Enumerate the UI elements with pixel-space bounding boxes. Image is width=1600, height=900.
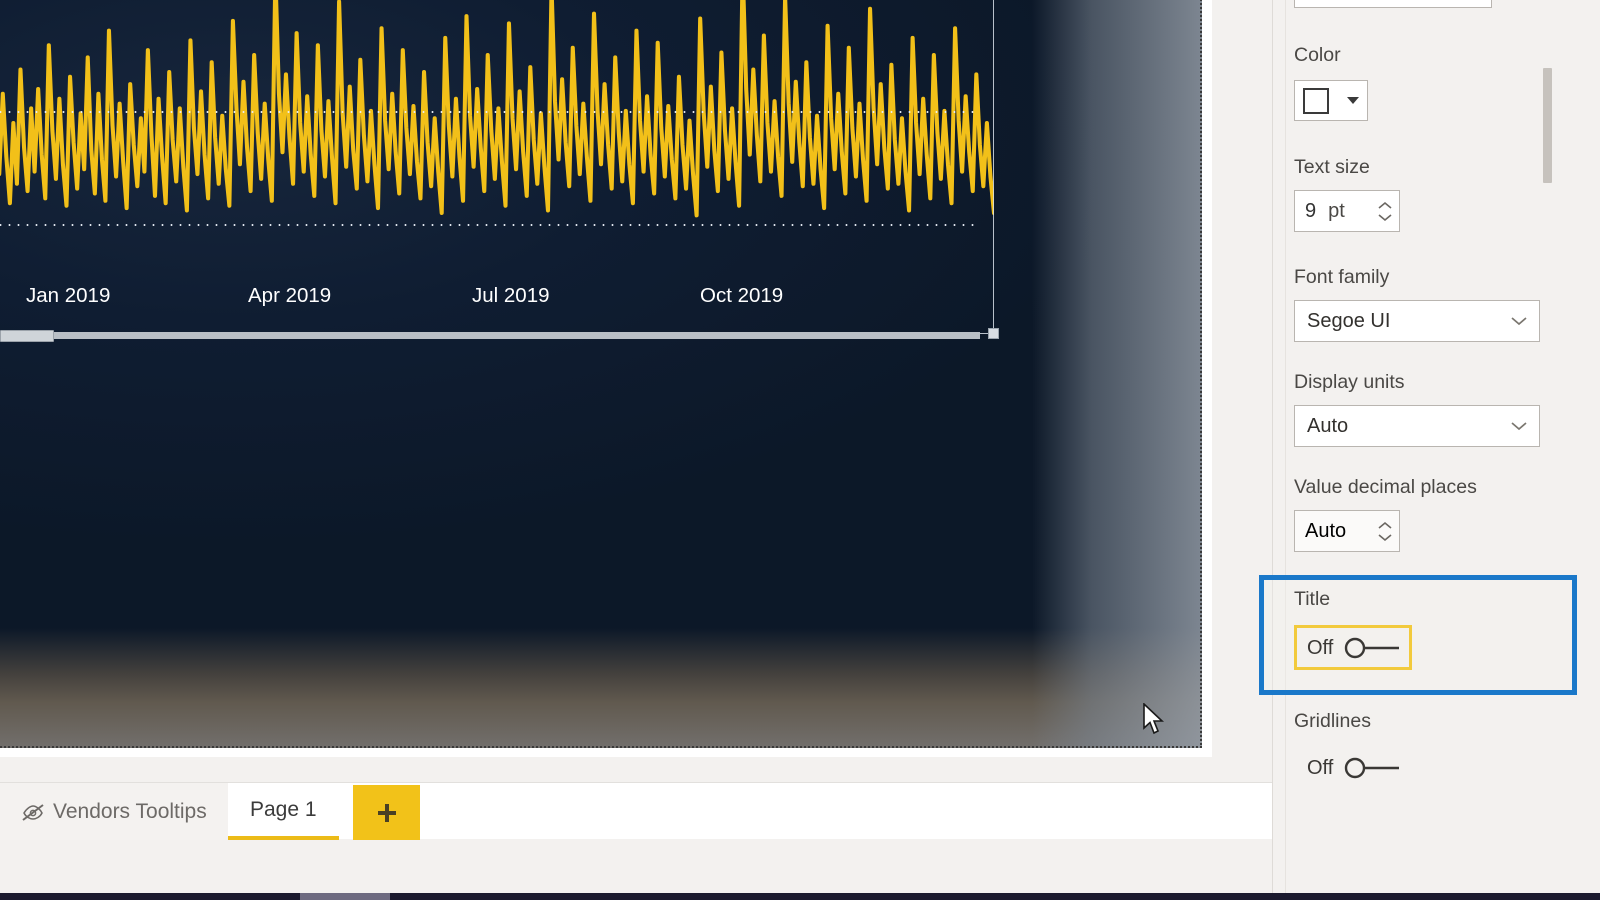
gridlines-toggle-state: Off (1307, 756, 1334, 779)
line-chart-visual[interactable]: Jan 2019 Apr 2019 Jul 2019 Oct 2019 (0, 0, 999, 339)
page-tab-vendors-tooltips[interactable]: Vendors Tooltips (0, 783, 230, 840)
color-label: Color (1294, 44, 1341, 66)
chevron-down-icon[interactable] (1377, 533, 1393, 542)
text-size-stepper[interactable]: 9 pt (1294, 190, 1400, 232)
report-background-gloss (1032, 0, 1202, 748)
stepper-arrows[interactable] (1377, 201, 1393, 222)
truncated-input-above[interactable] (1294, 0, 1492, 8)
text-size-label: Text size (1294, 156, 1370, 178)
title-toggle[interactable]: Off (1307, 636, 1405, 660)
chevron-down-icon (1511, 317, 1527, 326)
stepper-arrows[interactable] (1377, 521, 1393, 542)
gridlines-toggle[interactable]: Off (1307, 756, 1405, 780)
title-toggle-highlight: Off (1294, 625, 1412, 670)
chevron-down-icon (1511, 422, 1527, 431)
format-pane-content: Color Text size 9 pt Font family Segoe U… (1259, 0, 1577, 893)
color-picker-button[interactable] (1294, 80, 1368, 121)
display-units-value: Auto (1307, 414, 1349, 437)
text-size-value: 9 (1305, 199, 1317, 222)
title-toggle-state: Off (1307, 636, 1334, 659)
x-axis-tick-label: Apr 2019 (248, 284, 332, 307)
x-axis-tick-label: Jan 2019 (26, 284, 111, 307)
chart-x-axis: Jan 2019 Apr 2019 Jul 2019 Oct 2019 (0, 276, 978, 322)
power-bi-desktop-window: Jan 2019 Apr 2019 Jul 2019 Oct 2019 Vend… (0, 0, 1600, 900)
title-label: Title (1294, 588, 1331, 610)
page-tab-label: Vendors Tooltips (53, 799, 207, 823)
page-tab-label: Page 1 (250, 797, 317, 821)
gridlines-label: Gridlines (1294, 710, 1371, 732)
chevron-down-icon[interactable] (1377, 213, 1393, 222)
format-pane-rail (1285, 0, 1286, 893)
x-axis-tick-label: Jul 2019 (472, 284, 550, 307)
chart-horizontal-scrollbar[interactable] (0, 330, 980, 342)
value-decimal-places-stepper[interactable]: Auto (1294, 510, 1400, 552)
tabbar-background (0, 839, 1272, 897)
add-page-button[interactable] (353, 785, 420, 840)
chart-gridline (0, 111, 980, 113)
display-units-label: Display units (1294, 371, 1405, 393)
chevron-up-icon[interactable] (1377, 201, 1393, 210)
window-bottom-strip-highlight (300, 893, 390, 900)
chart-plot-area (0, 0, 994, 276)
chevron-down-icon (1347, 97, 1359, 104)
plus-icon (377, 803, 396, 822)
format-pane-scrollbar[interactable] (1543, 0, 1560, 893)
report-page-canvas[interactable]: Jan 2019 Apr 2019 Jul 2019 Oct 2019 (0, 0, 1202, 748)
toggle-switch-off-icon[interactable] (1343, 636, 1405, 660)
x-axis-tick-label: Oct 2019 (700, 284, 784, 307)
chevron-up-icon[interactable] (1377, 521, 1393, 530)
font-family-label: Font family (1294, 266, 1390, 288)
display-units-dropdown[interactable]: Auto (1294, 405, 1540, 447)
font-family-value: Segoe UI (1307, 309, 1391, 332)
format-pane-scrollbar-thumb[interactable] (1543, 68, 1552, 183)
text-size-unit: pt (1328, 199, 1345, 222)
font-family-dropdown[interactable]: Segoe UI (1294, 300, 1540, 342)
format-pane: Color Text size 9 pt Font family Segoe U… (1259, 0, 1600, 893)
value-decimal-places-label: Value decimal places (1294, 476, 1477, 498)
chart-series-line (0, 0, 994, 218)
report-canvas-area[interactable]: Jan 2019 Apr 2019 Jul 2019 Oct 2019 (0, 0, 1212, 757)
toggle-switch-off-icon[interactable] (1343, 756, 1405, 780)
chart-scrollbar-thumb[interactable] (0, 330, 54, 342)
chart-gridline (0, 224, 980, 226)
page-tab-page-1[interactable]: Page 1 (228, 783, 339, 840)
value-decimal-places-placeholder: Auto (1305, 519, 1347, 542)
page-tab-bar: Vendors Tooltips Page 1 (0, 782, 1272, 840)
window-bottom-strip (0, 893, 1600, 900)
eye-hidden-icon (22, 802, 44, 822)
color-swatch (1303, 87, 1329, 114)
